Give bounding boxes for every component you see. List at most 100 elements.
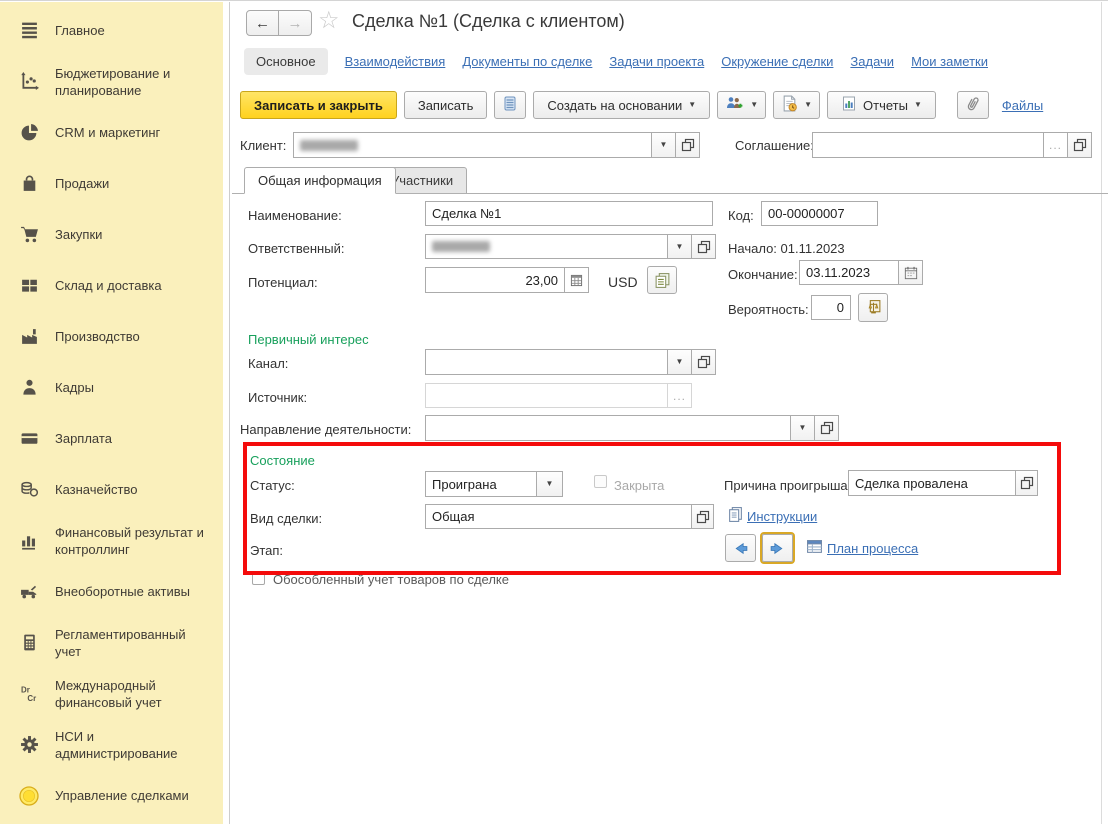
structure-button[interactable] [494,91,526,119]
responsible-value[interactable] [425,234,668,259]
sidebar-item-production[interactable]: Производство [0,311,223,362]
favorite-star-icon[interactable]: ☆ [318,6,340,35]
nav-link-tasks[interactable]: Задачи [850,54,894,69]
reminders-menu-button[interactable]: ▼ [773,91,820,119]
sidebar-item-master-data-administration[interactable]: НСИ и администрирование [0,719,223,770]
scrollbar-track[interactable] [1101,2,1102,824]
code-input[interactable]: 00-00000007 [761,201,878,226]
sidebar-item-deal-management[interactable]: Управление сделками [0,770,223,821]
loss-reason-open-button[interactable] [1016,470,1038,496]
sidebar-item-treasury[interactable]: Казначейство [0,464,223,515]
closed-checkbox[interactable] [594,475,607,488]
agreement-select-button[interactable]: ... [1044,132,1068,158]
sidebar-item-budgeting[interactable]: Бюджетирование и планирование [0,56,223,107]
responsible-open-button[interactable] [692,234,716,259]
client-open-button[interactable] [676,132,700,158]
add-contact-menu-button[interactable]: ▼ [717,91,766,119]
sidebar-item-regulated-accounting[interactable]: Регламентированный учет [0,617,223,668]
potential-calculator-button[interactable] [565,267,589,293]
name-field[interactable]: Сделка №1 [425,201,713,226]
sidebar-item-financial-result[interactable]: Финансовый результат и контроллинг [0,515,223,566]
files-link[interactable]: Файлы [1002,98,1043,113]
loss-reason-field[interactable]: Сделка провалена [848,470,1038,496]
responsible-dropdown-button[interactable]: ▼ [668,234,692,259]
sidebar-item-non-current-assets[interactable]: Внеоборотные активы [0,566,223,617]
client-combobox[interactable]: ▼ [293,132,700,158]
create-based-on-button[interactable]: Создать на основании▼ [533,91,710,119]
status-combobox[interactable]: Проиграна ▼ [425,471,563,497]
probability-evaluate-button[interactable] [858,293,888,322]
nav-link-project-tasks[interactable]: Задачи проекта [609,54,704,69]
tab-main[interactable]: Основное [244,48,328,75]
calendar-icon [904,266,918,280]
business-direction-combobox[interactable]: ▼ [425,415,839,441]
sidebar-item-label: Бюджетирование и планирование [55,65,215,99]
responsible-combobox[interactable]: ▼ [425,234,716,259]
agreement-field[interactable]: ... [812,132,1092,158]
save-and-close-button[interactable]: Записать и закрыть [240,91,397,119]
agreement-open-button[interactable] [1068,132,1092,158]
nav-link-interactions[interactable]: Взаимодействия [345,54,446,69]
save-button[interactable]: Записать [404,91,488,119]
end-date-input[interactable]: 03.11.2023 [799,260,899,285]
instructions-link[interactable]: Инструкции [747,509,817,524]
client-dropdown-button[interactable]: ▼ [652,132,676,158]
source-value[interactable] [425,383,668,408]
nav-link-deal-environment[interactable]: Окружение сделки [721,54,833,69]
deal-type-field[interactable]: Общая [425,504,714,529]
channel-combobox[interactable]: ▼ [425,349,716,375]
channel-value[interactable] [425,349,668,375]
source-field[interactable]: ... [425,383,692,408]
crm-pie-icon [19,123,39,142]
forward-button[interactable]: → [279,10,312,36]
status-value-text: Проиграна [432,477,497,492]
business-direction-open-button[interactable] [815,415,839,441]
nav-link-deal-documents[interactable]: Документы по сделке [462,54,592,69]
sidebar-item-crm-marketing[interactable]: CRM и маркетинг [0,107,223,158]
process-plan-link[interactable]: План процесса [827,541,918,556]
status-dropdown-button[interactable]: ▼ [537,471,563,497]
agreement-value[interactable] [812,132,1044,158]
sidebar-item-label: Регламентированный учет [55,626,215,660]
deal-type-open-button[interactable] [692,504,714,529]
sidebar-item-international-accounting[interactable]: DrCr Международный финансовый учет [0,668,223,719]
sidebar-item-payroll[interactable]: Зарплата [0,413,223,464]
loss-reason-value[interactable]: Сделка провалена [848,470,1016,496]
deal-type-value[interactable]: Общая [425,504,692,529]
status-value[interactable]: Проиграна [425,471,537,497]
code-field[interactable]: 00-00000007 [761,201,878,226]
sidebar-item-purchases[interactable]: Закупки [0,209,223,260]
probability-field[interactable]: 0 [811,295,851,320]
reports-button[interactable]: Отчеты▼ [827,91,936,119]
channel-open-button[interactable] [692,349,716,375]
sidebar-item-hr[interactable]: Кадры [0,362,223,413]
attachments-button[interactable] [957,91,989,119]
sidebar-item-main[interactable]: Главное [0,5,223,56]
potential-field[interactable]: 23,00 [425,267,589,293]
open-icon [820,421,834,435]
stage-next-button[interactable] [762,534,793,562]
source-select-button[interactable]: ... [668,383,692,408]
end-date-calendar-button[interactable] [899,260,923,285]
end-date-field[interactable]: 03.11.2023 [799,260,923,285]
probability-input[interactable]: 0 [811,295,851,320]
stage-previous-button[interactable] [725,534,756,562]
caret-down-icon: ▼ [799,424,807,432]
back-button[interactable]: ← [246,10,279,36]
exchange-rates-button[interactable] [647,266,677,294]
sales-bag-icon [19,174,39,193]
tab-general-info[interactable]: Общая информация [244,167,396,194]
channel-dropdown-button[interactable]: ▼ [668,349,692,375]
nav-link-my-notes[interactable]: Мои заметки [911,54,988,69]
potential-input[interactable]: 23,00 [425,267,565,293]
caret-down-icon: ▼ [660,141,668,149]
probability-value: 0 [837,300,844,315]
client-value[interactable] [293,132,652,158]
sidebar-item-sales[interactable]: Продажи [0,158,223,209]
ellipsis-icon: ... [673,389,686,403]
name-input[interactable]: Сделка №1 [425,201,713,226]
sidebar-item-warehouse-delivery[interactable]: Склад и доставка [0,260,223,311]
business-direction-dropdown-button[interactable]: ▼ [791,415,815,441]
separate-accounting-checkbox[interactable] [252,572,265,585]
business-direction-value[interactable] [425,415,791,441]
